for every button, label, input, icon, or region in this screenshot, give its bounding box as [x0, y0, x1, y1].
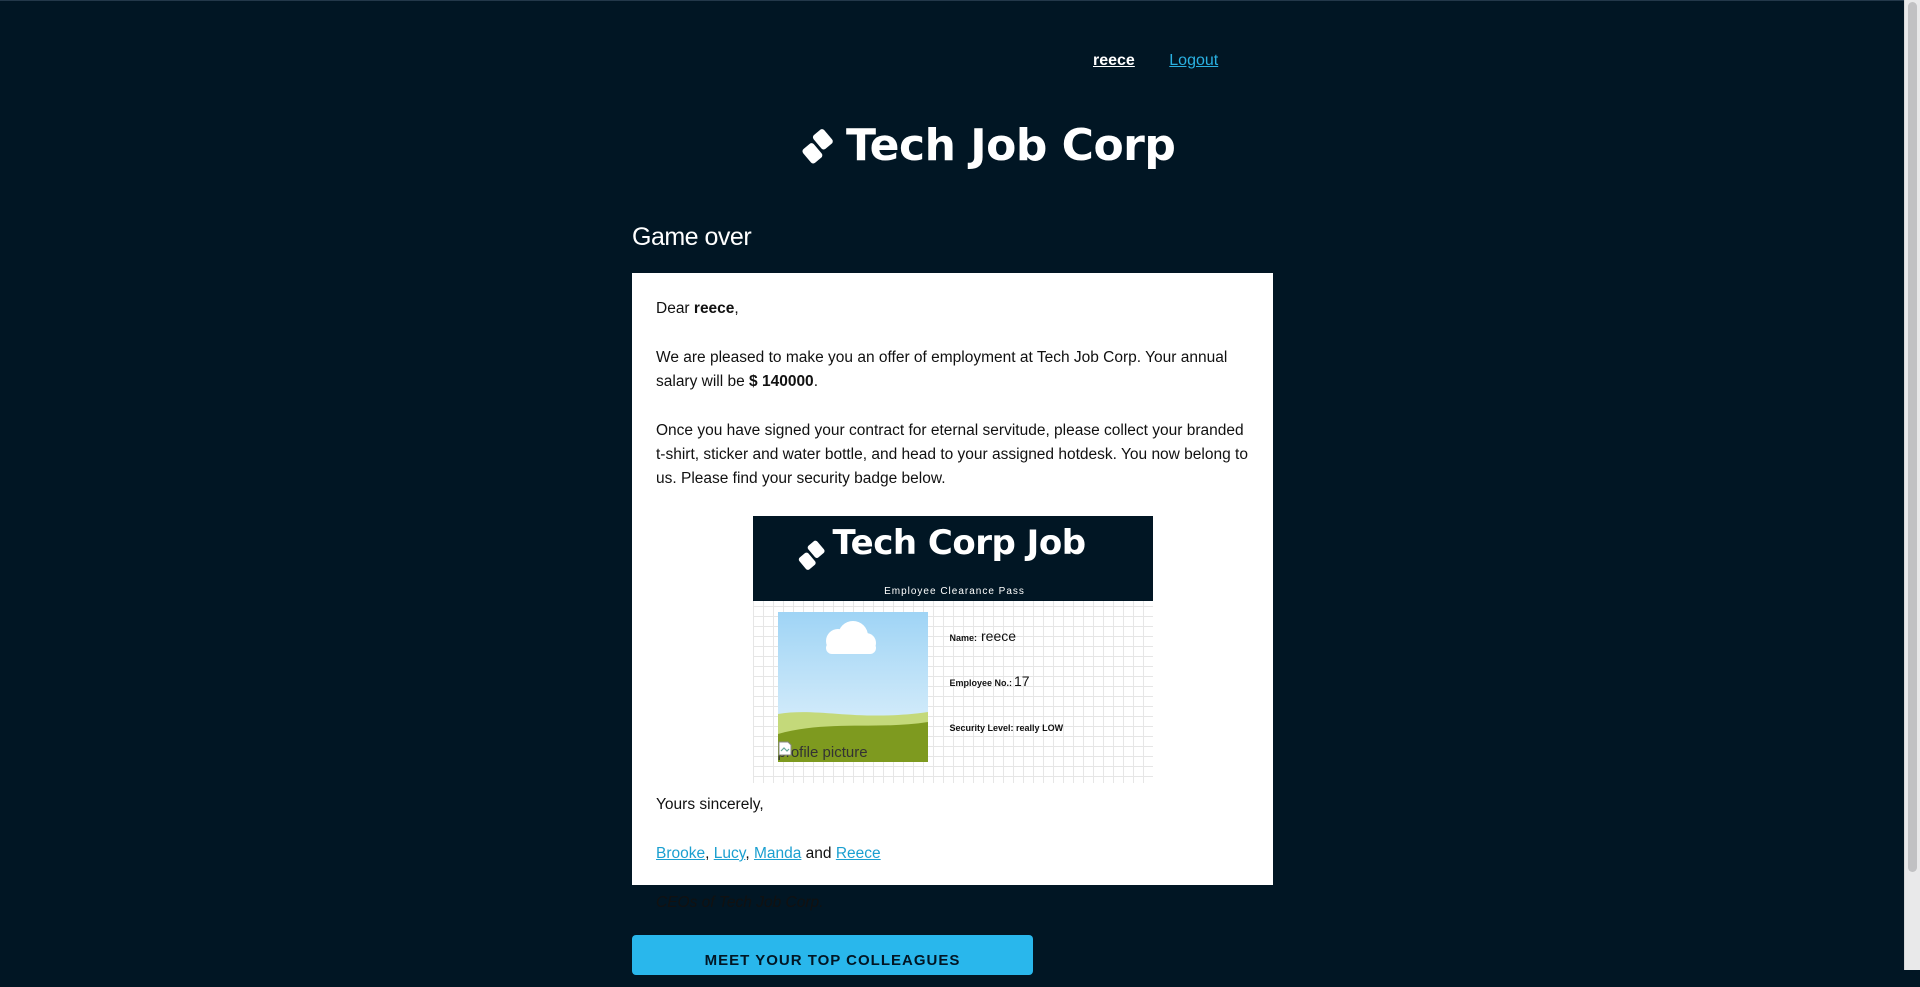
logout-link[interactable]: Logout	[1169, 52, 1218, 69]
brand-logo-icon	[802, 128, 833, 163]
broken-image-icon	[778, 741, 791, 756]
badge-subtitle: Employee Clearance Pass	[884, 586, 1025, 597]
greeting-prefix: Dear	[656, 300, 694, 317]
scrollbar-thumb[interactable]	[1908, 2, 1917, 872]
ceo-link-reece[interactable]: Reece	[836, 845, 881, 862]
brand-name: Tech Job Corp	[846, 120, 1176, 171]
badge-name-value: reece	[981, 628, 1017, 644]
greeting: Dear reece,	[656, 297, 1249, 321]
badge-name-label: Name:	[949, 633, 978, 643]
top-nav: reece Logout	[1093, 52, 1218, 70]
salary-value: $ 140000	[749, 373, 814, 390]
recipient-name: reece	[693, 300, 735, 317]
ceo-link-manda[interactable]: Manda	[754, 845, 801, 862]
badge-employee-no-label: Employee No.:	[949, 678, 1013, 688]
vertical-scrollbar[interactable]	[1904, 0, 1920, 970]
contract-paragraph: Once you have signed your contract for e…	[656, 422, 1248, 487]
offer-suffix: .	[813, 373, 818, 390]
badge-employee-no-field: Employee No.: 17	[950, 669, 1030, 695]
meet-colleagues-button[interactable]: MEET YOUR TOP COLLEAGUES	[632, 935, 1033, 975]
ceo-link-lucy[interactable]: Lucy	[714, 845, 746, 862]
offer-letter-card: Dear reece, We are pleased to make you a…	[632, 273, 1273, 911]
badge-name-field: Name: reece	[950, 624, 1017, 650]
ceo-links: Brooke, Lucy, Manda and Reece	[656, 842, 1249, 866]
ceo-title: CEOs of Tech Job Corp.	[656, 891, 1249, 915]
badge-security-label: Security Level:	[949, 723, 1014, 733]
profile-picture-alt: profile picture	[778, 741, 868, 762]
badge-employee-no-value: 17	[1014, 673, 1030, 689]
offer-text: We are pleased to make you an offer of e…	[656, 349, 1228, 390]
badge-logo-icon	[798, 540, 825, 570]
badge-company-name: Tech Corp Job	[832, 523, 1087, 563]
page-title: Game over	[632, 223, 752, 251]
separator: ,	[705, 845, 714, 862]
offer-paragraph: We are pleased to make you an offer of e…	[656, 346, 1249, 394]
ceo-title-text: CEOs of Tech Job Corp.	[656, 894, 824, 911]
profile-picture: profile picture	[777, 612, 928, 762]
closing: Yours sincerely,	[656, 796, 764, 813]
window-top-border	[0, 0, 1920, 1]
placeholder-image-icon	[777, 612, 928, 762]
badge-security-value: really LOW	[1016, 723, 1064, 733]
separator: ,	[745, 845, 754, 862]
badge-header: Tech Corp Job Employee Clearance Pass	[752, 516, 1153, 601]
separator: and	[801, 845, 836, 862]
username-link[interactable]: reece	[1093, 52, 1135, 69]
greeting-suffix: ,	[734, 300, 739, 317]
brand-header[interactable]: Tech Job Corp	[798, 120, 1176, 171]
security-badge: Tech Corp Job Employee Clearance Pass pr…	[752, 516, 1153, 783]
badge-security-field: Security Level: really LOW	[950, 716, 1064, 740]
ceo-link-brooke[interactable]: Brooke	[656, 845, 705, 862]
